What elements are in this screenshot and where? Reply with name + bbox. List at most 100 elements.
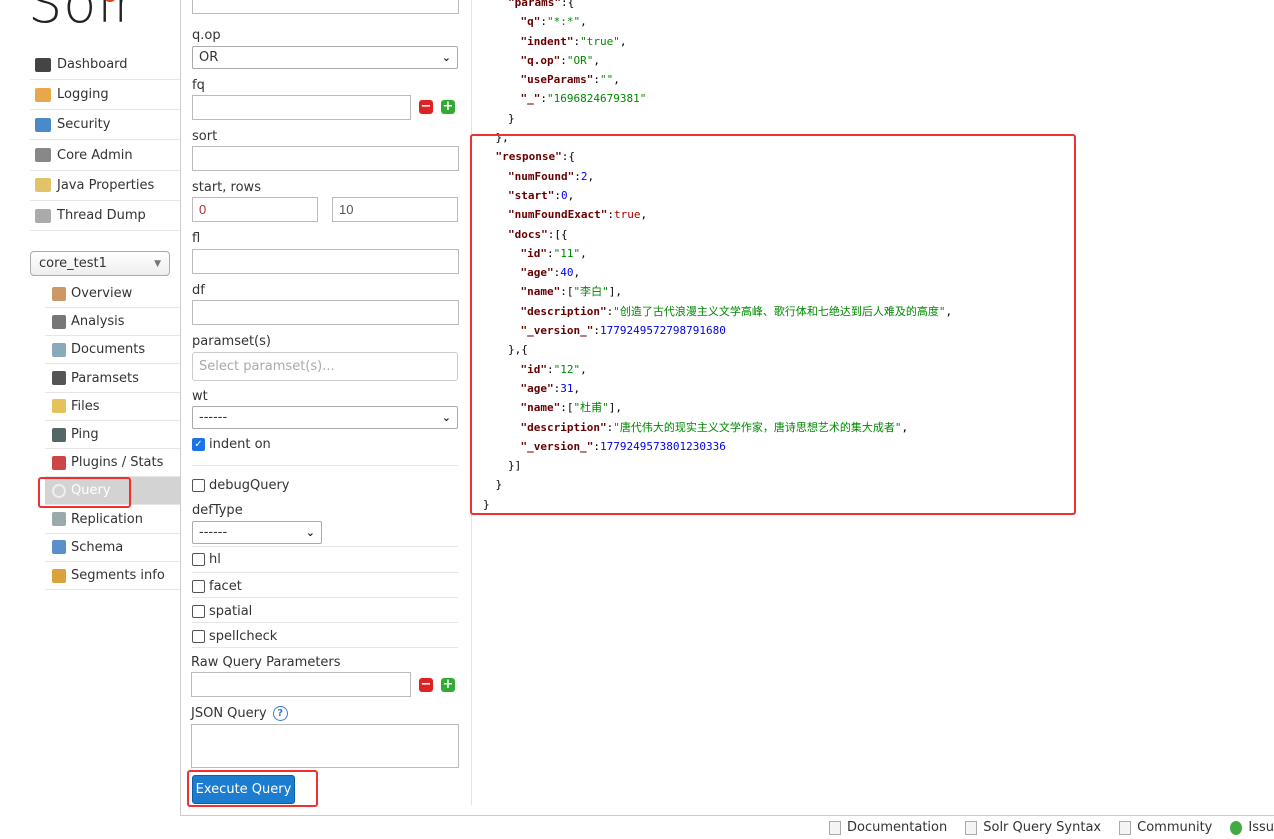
chevron-down-icon: ⌄ xyxy=(305,526,315,539)
nav-item-label: Dashboard xyxy=(57,57,128,72)
schema-icon xyxy=(52,540,66,555)
json-query-textarea[interactable] xyxy=(191,724,459,768)
fl-label: fl xyxy=(192,231,201,246)
footer-link-label: Community xyxy=(1137,820,1213,835)
footer: Documentation Solr Query Syntax Community I… xyxy=(180,815,1274,839)
start-rows-label: start, rows xyxy=(192,180,261,195)
json-token: :{ xyxy=(560,0,575,9)
start-input[interactable] xyxy=(192,197,318,222)
query-syntax-icon xyxy=(965,820,978,835)
core-nav-documents[interactable]: Documents xyxy=(45,336,180,365)
core-nav-segments-info[interactable]: Segments info xyxy=(45,562,180,590)
qop-select[interactable]: OR ⌄ xyxy=(192,46,458,69)
bug-icon xyxy=(1230,820,1243,835)
core-nav-label: Overview xyxy=(71,286,133,301)
json-token: : xyxy=(560,53,567,67)
indent-checkbox[interactable]: ✓ indent on xyxy=(192,437,271,452)
ping-icon xyxy=(52,427,66,442)
json-token: "OR" xyxy=(566,53,594,67)
raw-params-label: Raw Query Parameters xyxy=(191,655,341,670)
fq-input[interactable] xyxy=(192,95,411,120)
spellcheck-checkbox[interactable]: spellcheck xyxy=(192,629,277,644)
sort-input[interactable] xyxy=(192,146,459,171)
paramsets-icon xyxy=(52,371,66,386)
footer-link-label: Documentation xyxy=(847,820,948,835)
footer-link-documentation[interactable]: Documentation xyxy=(829,820,947,835)
rows-input[interactable] xyxy=(332,197,458,222)
json-token: , xyxy=(580,15,587,29)
spatial-label: spatial xyxy=(209,604,253,619)
footer-link-issu[interactable]: Issu xyxy=(1230,820,1274,835)
facet-checkbox[interactable]: facet xyxy=(192,579,242,594)
add-fq-icon[interactable]: + xyxy=(441,100,455,114)
remove-fq-icon[interactable]: − xyxy=(419,100,433,114)
raw-params-input[interactable] xyxy=(191,672,411,697)
core-nav-schema[interactable]: Schema xyxy=(45,534,180,562)
hl-checkbox[interactable]: hl xyxy=(192,552,221,567)
divider xyxy=(192,546,458,547)
json-token: "1696824679381" xyxy=(547,92,647,106)
wt-label: wt xyxy=(192,389,208,404)
footer-link-label: Solr Query Syntax xyxy=(983,820,1102,835)
nav-item-java-properties[interactable]: Java Properties xyxy=(30,171,180,201)
deftype-value: ------ xyxy=(199,525,228,540)
fl-input[interactable] xyxy=(192,249,459,274)
sort-label: sort xyxy=(192,129,218,144)
remove-raw-param-icon[interactable]: − xyxy=(419,678,433,692)
json-line: "indent":"true", xyxy=(483,32,952,51)
json-token: "params" xyxy=(508,0,561,9)
checkbox-icon xyxy=(192,553,205,566)
spatial-checkbox[interactable]: spatial xyxy=(192,604,252,619)
nav-item-label: Logging xyxy=(57,87,109,103)
core-nav-label: Paramsets xyxy=(71,370,139,386)
help-icon[interactable]: ? xyxy=(272,706,288,721)
checkbox-icon xyxy=(192,479,205,492)
nav-item-core-admin[interactable]: Core Admin xyxy=(30,141,180,171)
add-raw-param-icon[interactable]: + xyxy=(441,678,455,692)
indent-label: indent on xyxy=(209,437,271,452)
footer-link-label: Issu xyxy=(1248,820,1274,835)
documentation-icon xyxy=(829,820,842,835)
facet-label: facet xyxy=(209,579,242,594)
json-token: : xyxy=(540,92,547,106)
json-token: "q" xyxy=(520,15,541,29)
core-selector[interactable]: core_test1 ▼ xyxy=(30,251,170,276)
df-label: df xyxy=(192,283,205,298)
checkmark-icon: ✓ xyxy=(192,438,205,451)
replication-icon xyxy=(52,512,66,527)
q-textarea[interactable] xyxy=(192,0,459,14)
json-line: "q.op":"OR", xyxy=(483,51,952,70)
segments-info-icon xyxy=(52,568,66,583)
chevron-down-icon: ⌄ xyxy=(441,51,451,64)
json-token: "useParams" xyxy=(520,73,594,87)
security-icon xyxy=(35,117,51,132)
core-nav-label: Analysis xyxy=(71,314,125,330)
debugquery-checkbox[interactable]: debugQuery xyxy=(192,478,290,493)
checkbox-icon xyxy=(192,605,205,618)
nav-item-thread-dump[interactable]: Thread Dump xyxy=(30,201,180,231)
paramset-input[interactable]: Select paramset(s)... xyxy=(192,352,458,381)
wt-select[interactable]: ------ ⌄ xyxy=(192,406,458,429)
core-nav-plugins-stats[interactable]: Plugins / Stats xyxy=(45,449,180,478)
core-nav-analysis[interactable]: Analysis xyxy=(45,308,180,337)
json-token: "true" xyxy=(580,34,620,48)
core-nav-replication[interactable]: Replication xyxy=(45,506,180,534)
solr-logo[interactable]: Solr xyxy=(28,0,137,35)
core-nav-files[interactable]: Files xyxy=(45,393,180,421)
documents-icon xyxy=(52,342,66,357)
nav-item-dashboard[interactable]: Dashboard xyxy=(30,50,180,80)
checkbox-icon xyxy=(192,580,205,593)
nav-item-label: Core Admin xyxy=(57,147,133,163)
nav-item-security[interactable]: Security xyxy=(30,110,180,141)
footer-link-solr-query-syntax[interactable]: Solr Query Syntax xyxy=(965,820,1101,835)
df-input[interactable] xyxy=(192,300,459,325)
footer-link-community[interactable]: Community xyxy=(1119,820,1212,835)
fq-label: fq xyxy=(192,78,205,93)
deftype-select[interactable]: ------ ⌄ xyxy=(192,521,322,544)
nav-item-logging[interactable]: Logging xyxy=(30,80,180,111)
qop-label: q.op xyxy=(192,28,221,43)
core-nav-label: Segments info xyxy=(71,568,165,583)
core-nav-ping[interactable]: Ping xyxy=(45,421,180,449)
core-nav-overview[interactable]: Overview xyxy=(45,280,180,308)
core-nav-paramsets[interactable]: Paramsets xyxy=(45,365,180,393)
